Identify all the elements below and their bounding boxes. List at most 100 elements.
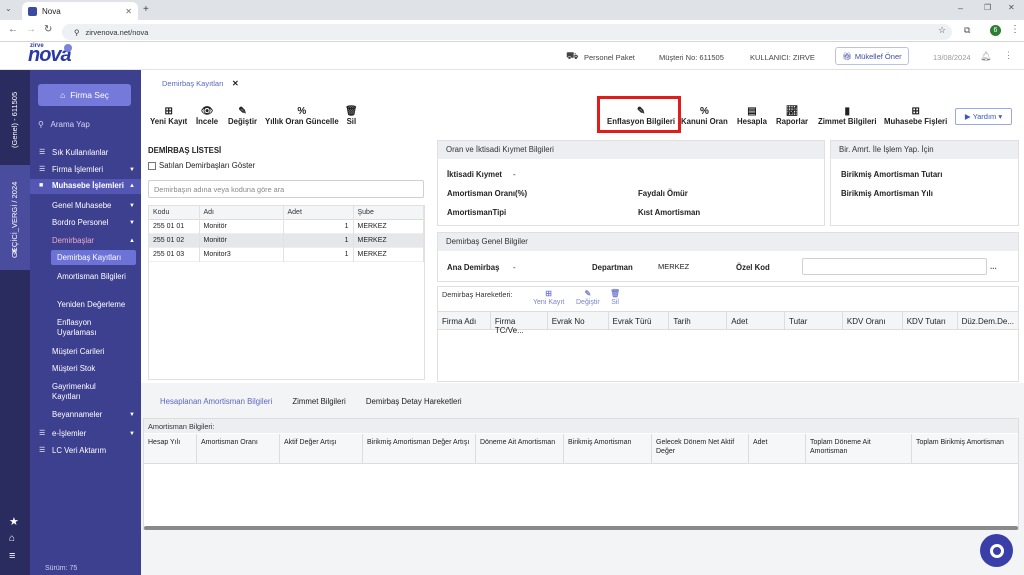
close-page-icon[interactable]: ✕	[232, 79, 239, 88]
browser-menu-icon[interactable]: ⋮	[1010, 24, 1020, 35]
col-kodu[interactable]: Kodu	[149, 206, 200, 220]
sil-button[interactable]: 🗑︎ Sil	[345, 106, 358, 126]
minimize-icon[interactable]: –	[958, 3, 963, 13]
close-tab-icon[interactable]: ✕	[125, 7, 132, 16]
sidebar-item-demirbaslar[interactable]: Demirbaşlar ▲	[30, 236, 141, 246]
sidebar-item-musteri-carileri[interactable]: Müşteri Carileri	[30, 347, 141, 357]
close-window-icon[interactable]: ✕	[1008, 3, 1015, 12]
search-icon: ⚲	[38, 120, 44, 129]
yillik-oran-button[interactable]: % Yıllık Oran Güncelle	[265, 106, 339, 126]
sidebar-item-firma-islemleri[interactable]: ☰ Firma İşlemleri ▼	[30, 165, 141, 175]
raporlar-button[interactable]: 📈︎ Raporlar	[776, 106, 808, 126]
checkbox-box[interactable]	[148, 161, 156, 170]
hareket-yeni-button[interactable]: ⊞ Yeni Kayıt	[533, 288, 564, 306]
col-toplam-birikmis[interactable]: Toplam Birikmiş Amortisman	[912, 434, 1018, 463]
kanuni-oran-button[interactable]: % Kanuni Oran	[681, 106, 728, 126]
col-doneme-ait[interactable]: Döneme Ait Amortisman	[476, 434, 564, 463]
sidebar-item-musteri-stok[interactable]: Müşteri Stok	[30, 364, 141, 374]
sidebar-item-lc-veri-aktarim[interactable]: ☰ LC Veri Aktarım	[30, 446, 141, 456]
col-kdv-tutari[interactable]: KDV Tutarı	[903, 312, 958, 329]
hareket-degistir-button[interactable]: ✎ Değiştir	[576, 288, 600, 306]
col-aktif-deger-artisi[interactable]: Aktif Değer Artışı	[280, 434, 363, 463]
hesapla-button[interactable]: ▤ Hesapla	[737, 106, 767, 126]
site-info-icon[interactable]: ⚲	[74, 28, 80, 37]
table-row[interactable]: 255 01 01 Monitör 1 MERKEZ	[149, 219, 424, 234]
restore-icon[interactable]: ❐	[984, 3, 991, 12]
tab-zimmet-bilgileri[interactable]: Zimmet Bilgileri	[292, 397, 345, 406]
tab-demirbas-detay[interactable]: Demirbaş Detay Hareketleri	[366, 397, 462, 406]
list-search-input[interactable]: Demirbaşın adına veya koduna göre ara	[148, 180, 424, 198]
profile-avatar[interactable]: 6	[990, 25, 1001, 36]
sidebar-item-e-islemler[interactable]: ☰ e-İşlemler ▼	[30, 429, 141, 439]
sidebar-item-bordro-personel[interactable]: Bordro Personel ▼	[30, 218, 141, 228]
star-icon[interactable]: ★	[9, 515, 19, 528]
sidebar-item-yeniden-degerleme[interactable]: Yeniden Değerleme	[30, 300, 141, 310]
sidebar-item-gayrimenkul-kayitlari[interactable]: Gayrimenkul Kayıtları	[30, 382, 125, 402]
col-gelecek-donem[interactable]: Gelecek Dönem Net Aktif Değer	[652, 434, 749, 463]
muhasebe-fisleri-button[interactable]: ⊞ Muhasebe Fişleri	[884, 106, 947, 126]
incele-button[interactable]: 👁︎ İncele	[196, 106, 218, 126]
sidebar-item-genel-muhasebe[interactable]: Genel Muhasebe ▼	[30, 201, 141, 211]
col-amortisman-orani[interactable]: Amortisman Oranı	[197, 434, 280, 463]
bank-icon[interactable]: ⌂	[9, 533, 15, 544]
url-field[interactable]: ⚲ zirvenova.net/nova	[62, 24, 952, 40]
horizontal-scrollbar[interactable]	[144, 526, 1018, 530]
col-firma-adi[interactable]: Firma Adı	[438, 312, 491, 329]
col-birikmis-deger-artisi[interactable]: Birikmiş Amortisman Değer Artışı	[363, 434, 476, 463]
satilan-checkbox[interactable]: Satılan Demirbaşları Göster	[148, 161, 255, 170]
zimmet-bilgileri-button[interactable]: ▮ Zimmet Bilgileri	[818, 106, 877, 126]
firma-sec-button[interactable]: ⌂ Firma Seç	[38, 84, 131, 106]
chart-icon: 📈︎	[785, 106, 799, 117]
col-evrak-no[interactable]: Evrak No	[548, 312, 609, 329]
extensions-icon[interactable]: ⧉	[964, 25, 970, 36]
new-tab-icon[interactable]: +	[143, 4, 149, 15]
sidebar-item-beyannameler[interactable]: Beyannameler ▼	[30, 410, 141, 420]
table-row[interactable]: 255 01 03 Monitor3 1 MERKEZ	[149, 247, 424, 262]
sidebar-item-amortisman-bilgileri[interactable]: Amortisman Bilgileri	[30, 272, 130, 282]
table-row[interactable]: 255 01 02 Monitör 1 MERKEZ	[149, 233, 424, 248]
breadcrumb-tab[interactable]: Demirbaş Kayıtları	[162, 79, 224, 88]
more-menu-icon[interactable]: ⋮	[1004, 50, 1013, 61]
list-icon: ☰	[39, 447, 46, 454]
col-toplam-doneme-ait[interactable]: Toplam Döneme Ait Amortisman	[806, 434, 912, 463]
ozel-kod-lookup-button[interactable]: ...	[990, 262, 997, 271]
col-sube[interactable]: Şube	[353, 206, 424, 220]
sidebar-item-muhasebe-islemleri[interactable]: ■ Muhasebe İşlemleri ▲	[30, 179, 141, 194]
col-tarih[interactable]: Tarih	[669, 312, 728, 329]
iktisadi-kiymet-label: İktisadi Kıymet	[447, 170, 503, 179]
yardim-button[interactable]: ▶ Yardım ▾	[955, 108, 1012, 125]
ozel-kod-input[interactable]	[802, 258, 987, 275]
sidebar-search[interactable]: ⚲ Arama Yap	[38, 120, 90, 129]
hareket-sil-button[interactable]: 🗑︎ Sil	[610, 288, 620, 306]
browser-tab-strip	[0, 0, 1024, 20]
col-firma-tc[interactable]: Firma TC/Ve...	[491, 312, 548, 335]
yeni-kayit-button[interactable]: ⊞ Yeni Kayıt	[150, 106, 187, 126]
col-birikmis-amortisman[interactable]: Birikmiş Amortisman	[564, 434, 652, 463]
col-adet[interactable]: Adet	[727, 312, 786, 329]
col-evrak-turu[interactable]: Evrak Türü	[609, 312, 670, 329]
tab-menu-icon[interactable]: ⌄	[5, 4, 12, 13]
col-hesap-yili[interactable]: Hesap Yılı	[144, 434, 197, 463]
col-duz-dem[interactable]: Düz.Dem.De...	[958, 312, 1018, 329]
bookmark-star-icon[interactable]: ☆	[938, 25, 946, 36]
col-adet-amort[interactable]: Adet	[749, 434, 806, 463]
tab-hesaplanan-amortisman[interactable]: Hesaplanan Amortisman Bilgileri	[148, 397, 272, 406]
forward-icon[interactable]: →	[26, 24, 36, 35]
hamburger-icon[interactable]: ≡	[9, 550, 15, 562]
col-kdv-orani[interactable]: KDV Oranı	[843, 312, 903, 329]
rail-close-icon[interactable]: ✕	[11, 247, 18, 256]
reload-icon[interactable]: ↻	[44, 24, 52, 35]
col-tutar[interactable]: Tutar	[785, 312, 843, 329]
caret-icon: ▼	[129, 203, 135, 209]
sidebar-item-enflasyon-uyarlamasi[interactable]: Enflasyon Uyarlaması	[30, 318, 125, 338]
chat-button[interactable]	[980, 534, 1013, 567]
col-adet[interactable]: Adet	[283, 206, 354, 220]
bell-icon[interactable]: 🔔︎	[980, 51, 991, 62]
mukellef-oner-button[interactable]: 🎁︎ Mükellef Öner	[835, 47, 909, 65]
col-adi[interactable]: Adı	[199, 206, 284, 220]
degistir-button[interactable]: ✎ Değiştir	[228, 106, 257, 126]
back-icon[interactable]: ←	[8, 24, 18, 35]
enflasyon-bilgileri-button[interactable]: ✎ Enflasyon Bilgileri	[607, 106, 675, 126]
browser-tab[interactable]: Nova ✕	[22, 2, 138, 20]
sidebar-item-sik-kullanilanlar[interactable]: ☰ Sık Kullanılanlar	[30, 148, 141, 158]
